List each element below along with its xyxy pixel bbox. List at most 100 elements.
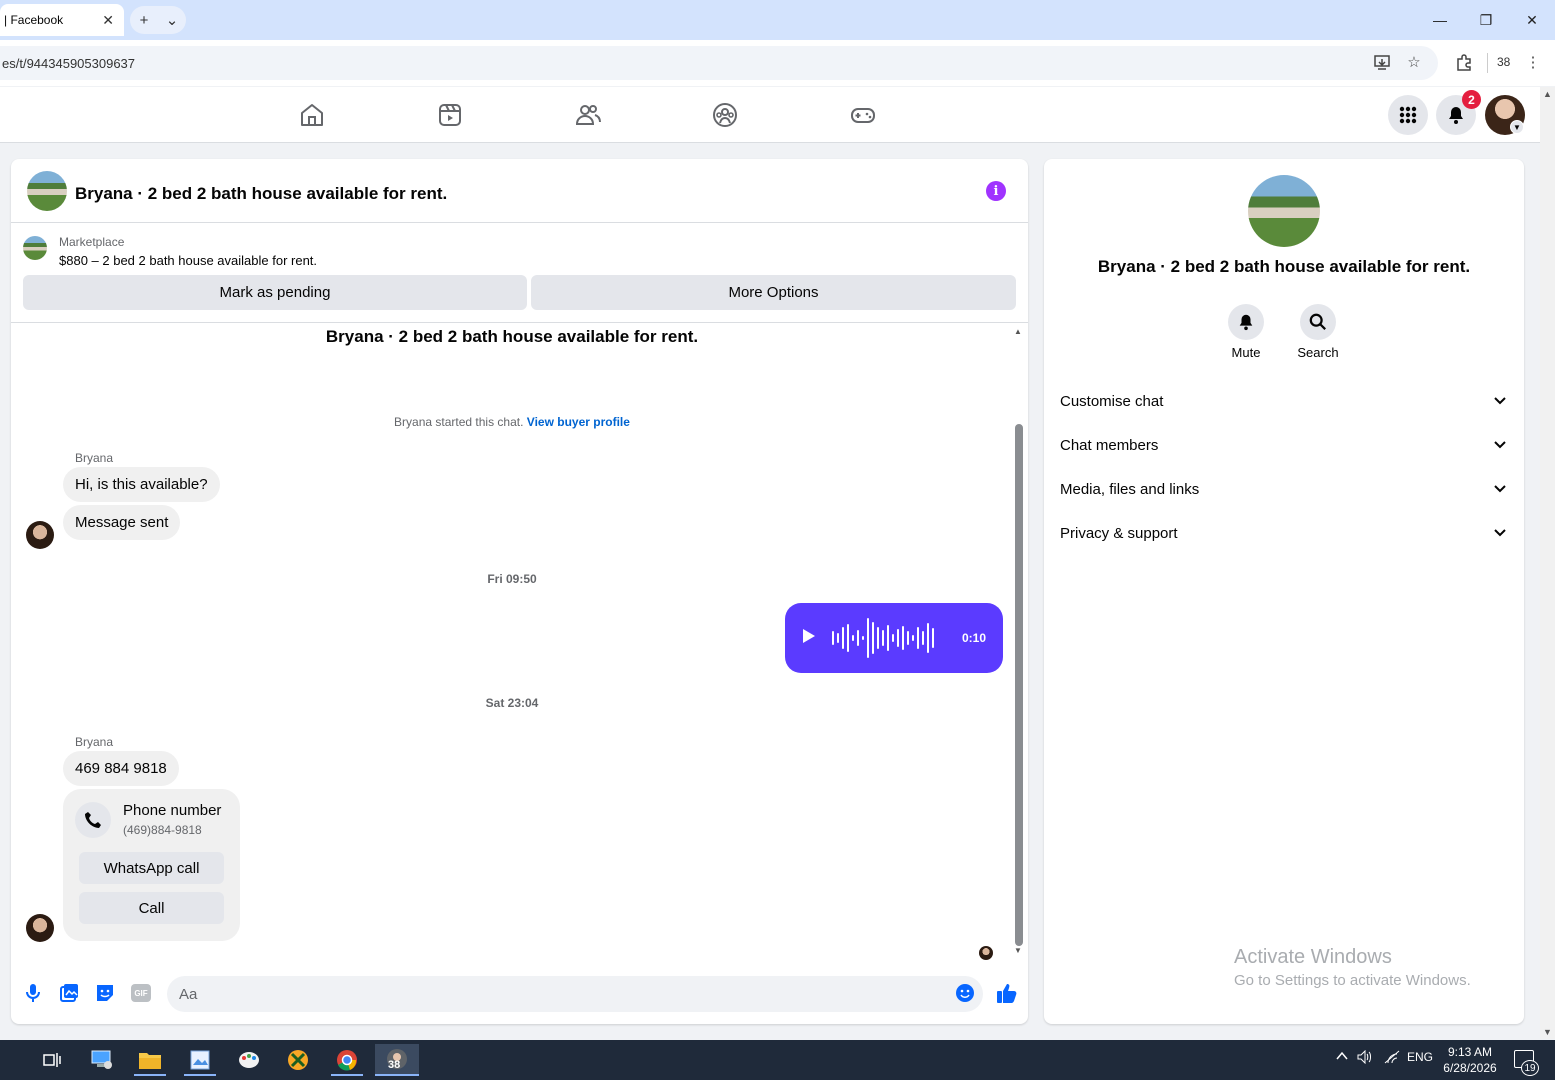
sender-name: Bryana: [75, 451, 114, 465]
sticker-icon[interactable]: [95, 983, 115, 1003]
browser-tab[interactable]: | Facebook ✕: [0, 4, 124, 36]
show-hidden-icons-chevron-icon[interactable]: [1336, 1050, 1348, 1064]
gif-icon[interactable]: GIF: [131, 983, 151, 1003]
sender-avatar[interactable]: [26, 914, 54, 942]
chat-started-text: Bryana started this chat.: [394, 415, 527, 429]
chrome-profile-icon[interactable]: 38: [375, 1044, 419, 1076]
action-center-badge: 19: [1521, 1060, 1539, 1076]
url-text: es/t/944345905309637: [2, 55, 136, 71]
browser-menu-icon[interactable]: ⋮: [1523, 52, 1543, 72]
listing-description[interactable]: $880 – 2 bed 2 bath house available for …: [59, 253, 317, 268]
mark-as-pending-button[interactable]: Mark as pending: [23, 275, 527, 310]
install-app-icon[interactable]: [1372, 52, 1392, 72]
task-view-icon[interactable]: [32, 1044, 72, 1076]
home-icon[interactable]: [298, 101, 326, 129]
message-composer: GIF: [11, 971, 1028, 1021]
phone-card-title: Phone number: [123, 802, 222, 819]
sender-avatar[interactable]: [26, 521, 54, 549]
message-input[interactable]: [167, 976, 983, 1012]
gif-label: GIF: [131, 984, 151, 1002]
mute-button[interactable]: [1228, 304, 1264, 340]
url-field[interactable]: es/t/944345905309637: [0, 46, 1438, 80]
mute-label: Mute: [1231, 345, 1261, 360]
section-label: Media, files and links: [1060, 480, 1200, 498]
volume-icon[interactable]: [1357, 1049, 1373, 1067]
phone-number-card: Phone number (469)884-9818 WhatsApp call…: [63, 789, 240, 941]
system-clock[interactable]: 9:13 AM 6/28/2026: [1435, 1044, 1505, 1076]
chrome-icon[interactable]: [327, 1044, 367, 1076]
info-avatar[interactable]: [1248, 175, 1320, 247]
clock-time: 9:13 AM: [1447, 1045, 1493, 1059]
message-bubble[interactable]: Message sent: [63, 505, 181, 540]
read-receipt-avatar: [979, 946, 993, 960]
chat-info-panel: Bryana · 2 bed 2 bath house available fo…: [1044, 159, 1524, 1024]
clock-date: 6/28/2026: [1443, 1061, 1497, 1075]
voice-message[interactable]: 0:10: [785, 603, 1003, 673]
customise-chat-row[interactable]: Customise chat: [1060, 379, 1508, 423]
photo-icon[interactable]: [59, 983, 79, 1003]
grid-icon: [1399, 106, 1417, 124]
file-explorer-icon[interactable]: [130, 1044, 170, 1076]
search-button[interactable]: [1300, 304, 1336, 340]
media-files-links-row[interactable]: Media, files and links: [1060, 467, 1508, 511]
view-buyer-profile-link[interactable]: View buyer profile: [527, 415, 630, 429]
marketplace-bar: Marketplace $880 – 2 bed 2 bath house av…: [11, 223, 1028, 323]
emoji-icon[interactable]: [955, 983, 975, 1003]
more-options-button[interactable]: More Options: [531, 275, 1016, 310]
info-title: Bryana · 2 bed 2 bath house available fo…: [1097, 257, 1471, 276]
gaming-icon[interactable]: [849, 101, 877, 129]
whatsapp-call-button[interactable]: WhatsApp call: [79, 852, 224, 884]
bookmark-star-icon[interactable]: ☆: [1404, 52, 1424, 72]
extensions-icon[interactable]: [1454, 52, 1474, 72]
listing-thumbnail[interactable]: [23, 236, 47, 260]
minimize-button[interactable]: —: [1417, 0, 1463, 40]
message-list: Bryana · 2 bed 2 bath house available fo…: [11, 324, 1028, 964]
message-bubble[interactable]: 469 884 9818: [63, 751, 179, 786]
scroll-down-icon[interactable]: ▼: [1543, 1027, 1552, 1037]
photos-app-icon[interactable]: [180, 1044, 220, 1076]
windows-taskbar: 38 ENG 9:13 AM 6/28/2026 19: [0, 1040, 1555, 1080]
chat-avatar[interactable]: [27, 171, 67, 211]
chat-title[interactable]: Bryana · 2 bed 2 bath house available fo…: [75, 184, 447, 204]
scroll-up-icon[interactable]: ▲: [1014, 327, 1022, 336]
groups-icon[interactable]: [711, 101, 739, 129]
timestamp: Sat 23:04: [485, 696, 539, 710]
privacy-support-row[interactable]: Privacy & support: [1060, 511, 1508, 555]
page-scrollbar[interactable]: ▲ ▼: [1540, 87, 1555, 1039]
account-chevron-icon[interactable]: ▼: [1510, 120, 1524, 134]
paint-app-icon[interactable]: [229, 1044, 269, 1076]
scroll-thumb[interactable]: [1015, 424, 1023, 946]
scroll-down-icon[interactable]: ▼: [1014, 946, 1022, 955]
thumbs-up-icon[interactable]: [995, 981, 1019, 1005]
info-icon[interactable]: i: [986, 181, 1006, 201]
xbox-app-icon[interactable]: [278, 1044, 318, 1076]
call-button[interactable]: Call: [79, 892, 224, 924]
network-icon[interactable]: [1384, 1050, 1400, 1067]
menu-grid-button[interactable]: [1388, 95, 1428, 135]
profile-count[interactable]: 38: [1497, 55, 1510, 69]
video-icon[interactable]: [436, 101, 464, 129]
message-bubble[interactable]: Hi, is this available?: [63, 467, 220, 502]
play-icon[interactable]: [803, 629, 815, 643]
toolbar-divider: [1487, 53, 1488, 73]
address-bar-row: es/t/944345905309637 ☆ 38 ⋮: [0, 40, 1555, 86]
scroll-up-icon[interactable]: ▲: [1543, 89, 1552, 99]
activate-windows-subtitle: Go to Settings to activate Windows.: [1234, 972, 1471, 989]
close-window-button[interactable]: ✕: [1509, 0, 1555, 40]
section-label: Chat members: [1060, 436, 1159, 454]
voice-duration: 0:10: [962, 631, 987, 645]
friends-icon[interactable]: [574, 101, 602, 129]
tab-close-icon[interactable]: ✕: [102, 12, 114, 29]
chat-members-row[interactable]: Chat members: [1060, 423, 1508, 467]
chevron-down-icon: [1492, 525, 1508, 541]
chat-scrollbar[interactable]: ▲ ▼: [1013, 327, 1025, 959]
new-tab-button[interactable]: +: [130, 6, 158, 34]
this-pc-icon[interactable]: [82, 1044, 122, 1076]
restore-button[interactable]: ❐: [1463, 0, 1509, 40]
tab-search-button[interactable]: ⌄: [158, 6, 186, 34]
phone-icon: [75, 802, 111, 838]
section-label: Customise chat: [1060, 392, 1164, 410]
language-indicator[interactable]: ENG: [1407, 1050, 1433, 1064]
chat-panel: Bryana · 2 bed 2 bath house available fo…: [11, 159, 1028, 1024]
microphone-icon[interactable]: [23, 983, 43, 1003]
